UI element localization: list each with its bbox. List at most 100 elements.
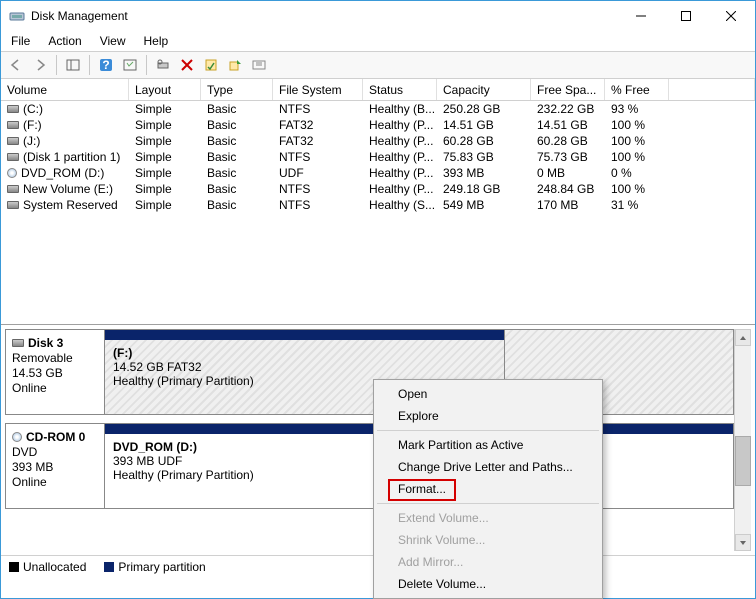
volume-status: Healthy (P... (363, 134, 437, 148)
action-button[interactable] (224, 54, 246, 76)
disk-state: Online (12, 475, 98, 489)
col-status[interactable]: Status (363, 79, 437, 100)
menu-help[interactable]: Help (142, 33, 171, 49)
volume-name: (F:) (23, 118, 42, 132)
col-pctfree[interactable]: % Free (605, 79, 669, 100)
col-type[interactable]: Type (201, 79, 273, 100)
app-icon (9, 8, 25, 24)
disk-panel-cdrom0: CD-ROM 0 DVD 393 MB Online DVD_ROM (D:) … (5, 423, 734, 509)
volume-type: Basic (201, 166, 273, 180)
col-capacity[interactable]: Capacity (437, 79, 531, 100)
ctx-explore[interactable]: Explore (376, 405, 600, 427)
legend-unallocated: Unallocated (9, 560, 86, 574)
forward-button[interactable] (29, 54, 51, 76)
rescan-button[interactable] (152, 54, 174, 76)
volume-type: Basic (201, 182, 273, 196)
back-button[interactable] (5, 54, 27, 76)
volume-list: Volume Layout Type File System Status Ca… (1, 79, 755, 325)
scroll-up-icon[interactable] (735, 329, 751, 346)
volume-free: 60.28 GB (531, 134, 605, 148)
disk-icon (12, 339, 24, 347)
volume-layout: Simple (129, 150, 201, 164)
title-bar: Disk Management (1, 1, 755, 31)
vertical-scrollbar[interactable] (734, 329, 751, 551)
volume-fs: NTFS (273, 198, 363, 212)
properties-button[interactable] (200, 54, 222, 76)
maximize-button[interactable] (663, 2, 708, 31)
help-button[interactable]: ? (95, 54, 117, 76)
disk-label[interactable]: CD-ROM 0 DVD 393 MB Online (5, 423, 105, 509)
minimize-button[interactable] (618, 2, 663, 31)
cd-icon (7, 168, 17, 178)
toolbar-divider (56, 55, 57, 75)
delete-button[interactable] (176, 54, 198, 76)
volume-pct: 0 % (605, 166, 669, 180)
volume-status: Healthy (P... (363, 166, 437, 180)
menu-view[interactable]: View (98, 33, 128, 49)
volume-layout: Simple (129, 102, 201, 116)
volume-capacity: 393 MB (437, 166, 531, 180)
menu-divider (377, 503, 599, 504)
close-button[interactable] (708, 2, 753, 31)
volume-row[interactable]: (F:)SimpleBasicFAT32Healthy (P...14.51 G… (1, 117, 755, 133)
ctx-open[interactable]: Open (376, 383, 600, 405)
refresh-button[interactable] (119, 54, 141, 76)
more-button[interactable] (248, 54, 270, 76)
menu-action[interactable]: Action (46, 33, 83, 49)
menu-bar: File Action View Help (1, 31, 755, 51)
toolbar-divider (146, 55, 147, 75)
volume-status: Healthy (S... (363, 198, 437, 212)
scroll-thumb[interactable] (735, 436, 751, 486)
menu-file[interactable]: File (9, 33, 32, 49)
volume-capacity: 549 MB (437, 198, 531, 212)
ctx-delete[interactable]: Delete Volume... (376, 573, 600, 595)
volume-pct: 100 % (605, 118, 669, 132)
show-hide-button[interactable] (62, 54, 84, 76)
col-layout[interactable]: Layout (129, 79, 201, 100)
volume-capacity: 14.51 GB (437, 118, 531, 132)
volume-row[interactable]: (Disk 1 partition 1)SimpleBasicNTFSHealt… (1, 149, 755, 165)
volume-row[interactable]: System ReservedSimpleBasicNTFSHealthy (S… (1, 197, 755, 213)
volume-pct: 31 % (605, 198, 669, 212)
volume-pct: 100 % (605, 182, 669, 196)
disk-media: Removable (12, 351, 98, 365)
ctx-format[interactable]: Format... (376, 478, 600, 500)
volume-free: 75.73 GB (531, 150, 605, 164)
volume-name: System Reserved (23, 198, 118, 212)
volume-pct: 100 % (605, 150, 669, 164)
volume-fs: FAT32 (273, 118, 363, 132)
col-spacer (669, 79, 755, 100)
volume-row[interactable]: (J:)SimpleBasicFAT32Healthy (P...60.28 G… (1, 133, 755, 149)
volume-type: Basic (201, 198, 273, 212)
volume-row[interactable]: (C:)SimpleBasicNTFSHealthy (B...250.28 G… (1, 101, 755, 117)
volume-name: (Disk 1 partition 1) (23, 150, 120, 164)
disk-size: 393 MB (12, 460, 98, 474)
ctx-mark-active[interactable]: Mark Partition as Active (376, 434, 600, 456)
volume-row[interactable]: DVD_ROM (D:)SimpleBasicUDFHealthy (P...3… (1, 165, 755, 181)
volume-name: DVD_ROM (D:) (21, 166, 104, 180)
disk-size: 14.53 GB (12, 366, 98, 380)
col-free[interactable]: Free Spa... (531, 79, 605, 100)
volume-name: (J:) (23, 134, 40, 148)
context-menu: Open Explore Mark Partition as Active Ch… (373, 379, 603, 599)
volume-fs: NTFS (273, 150, 363, 164)
volume-name: New Volume (E:) (23, 182, 113, 196)
volume-free: 14.51 GB (531, 118, 605, 132)
cd-icon (12, 432, 22, 442)
volume-layout: Simple (129, 134, 201, 148)
legend-primary: Primary partition (104, 560, 205, 574)
volume-capacity: 249.18 GB (437, 182, 531, 196)
volume-free: 0 MB (531, 166, 605, 180)
ctx-change-letter[interactable]: Change Drive Letter and Paths... (376, 456, 600, 478)
volume-capacity: 75.83 GB (437, 150, 531, 164)
volume-pct: 100 % (605, 134, 669, 148)
col-filesystem[interactable]: File System (273, 79, 363, 100)
volume-free: 232.22 GB (531, 102, 605, 116)
disk-icon (7, 121, 19, 129)
scroll-down-icon[interactable] (735, 534, 751, 551)
col-volume[interactable]: Volume (1, 79, 129, 100)
disk-label[interactable]: Disk 3 Removable 14.53 GB Online (5, 329, 105, 415)
volume-row[interactable]: New Volume (E:)SimpleBasicNTFSHealthy (P… (1, 181, 755, 197)
disk-panel-disk3: Disk 3 Removable 14.53 GB Online (F:) 14… (5, 329, 734, 415)
volume-layout: Simple (129, 118, 201, 132)
